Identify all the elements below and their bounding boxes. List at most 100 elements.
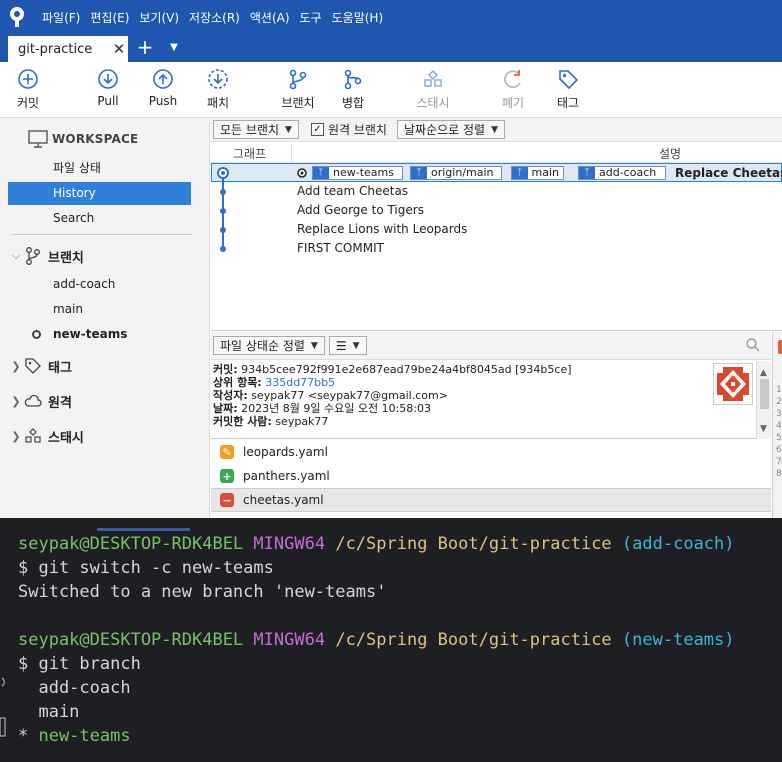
push-label: Push bbox=[148, 94, 178, 108]
commit-button[interactable]: 커밋 bbox=[0, 66, 58, 111]
chevron-down-icon: ⌵ bbox=[11, 249, 21, 262]
branch-icon: ᛉ bbox=[579, 167, 595, 179]
fetch-button[interactable]: 패치 bbox=[188, 66, 248, 111]
pull-button[interactable]: Pull bbox=[78, 66, 138, 108]
push-arrow-up-icon bbox=[153, 69, 173, 89]
changed-files-list: ✎ leopards.yaml + panthers.yaml − cheeta… bbox=[211, 440, 771, 517]
push-button[interactable]: Push bbox=[133, 66, 193, 108]
menu-actions[interactable]: 액션(A) bbox=[250, 9, 290, 26]
branch-icon bbox=[289, 69, 307, 90]
ref-badge-add-coach[interactable]: ᛉ add-coach bbox=[578, 166, 666, 180]
workspace-label: WORKSPACE bbox=[52, 132, 139, 146]
prompt-branch: (new-teams) bbox=[621, 630, 735, 650]
chevron-down-icon: ▼ bbox=[285, 124, 292, 135]
merge-label: 병합 bbox=[341, 96, 365, 110]
scrollbar-thumb[interactable] bbox=[760, 379, 769, 409]
column-separator[interactable] bbox=[291, 143, 292, 163]
terminal-line: * new-teams bbox=[18, 724, 131, 748]
branch-button[interactable]: 브랜치 bbox=[268, 66, 328, 111]
tag-button[interactable]: 태그 bbox=[538, 66, 598, 111]
remote-branches-label: 원격 브랜치 bbox=[327, 123, 387, 137]
commit-message: Replace Cheetas w bbox=[675, 166, 782, 180]
add-tab-button[interactable]: + bbox=[134, 36, 156, 60]
tab-bar: git-practice ✕ + ▼ bbox=[0, 34, 782, 62]
sidebar-item-file-status[interactable]: 파일 상태 bbox=[8, 157, 191, 180]
ref-badge-origin-main[interactable]: ᛉ origin/main bbox=[410, 166, 502, 180]
details-scrollbar[interactable]: ▲ ▼ bbox=[756, 361, 771, 439]
branch-icon bbox=[26, 247, 40, 265]
sidebar-section-branches[interactable]: ⌵ 브랜치 bbox=[8, 244, 84, 268]
merge-button[interactable]: 병합 bbox=[323, 66, 383, 111]
terminal-panel[interactable]: seypak@DESKTOP-RDK4BEL MINGW64 /c/Spring… bbox=[0, 518, 782, 762]
discard-button[interactable]: 폐기 bbox=[483, 66, 543, 111]
chevron-down-icon[interactable]: ▼ bbox=[760, 423, 767, 435]
chevron-up-icon[interactable]: ▲ bbox=[760, 367, 767, 379]
merge-icon bbox=[344, 69, 362, 90]
author-label: 작성자: bbox=[213, 389, 248, 402]
stash-label: 스태시 bbox=[416, 96, 450, 110]
search-icon[interactable] bbox=[745, 337, 761, 353]
parent-hash-link[interactable]: 335dd77bb5 bbox=[265, 376, 335, 389]
file-row[interactable]: − cheetas.yaml bbox=[211, 488, 771, 512]
file-row[interactable]: ✎ leopards.yaml bbox=[211, 440, 771, 464]
commit-hash-line: 커밋: 934b5cee792f991e2e687ead79be24a4bf80… bbox=[213, 364, 572, 376]
commit-hash-label: 커밋: bbox=[213, 363, 238, 376]
menu-file[interactable]: 파일(F) bbox=[42, 9, 80, 26]
stash-icon bbox=[25, 428, 41, 443]
date-label: 날짜: bbox=[213, 402, 238, 415]
main-toolbar: 커밋 Pull Push 패치 브랜치 병합 스태시 폐기 태그 bbox=[0, 62, 782, 118]
tab-git-practice[interactable]: git-practice ✕ bbox=[8, 36, 128, 62]
file-name: panthers.yaml bbox=[243, 469, 330, 483]
ref-badge-main[interactable]: ᛉ main bbox=[511, 166, 564, 180]
date-value: 2023년 8월 9일 수요일 오전 10:58:03 bbox=[241, 402, 431, 415]
committer-label: 커밋한 사람: bbox=[213, 415, 272, 428]
diff-pane-edge: 1 2 3 4 5 6 7 8 bbox=[772, 332, 782, 518]
sidebar-section-stashes[interactable]: ❯ 스태시 bbox=[8, 424, 84, 448]
detail-toolbar: 파일 상태순 정렬 ▼ ☰ ▼ bbox=[211, 332, 771, 360]
sidebar-item-history[interactable]: History bbox=[8, 182, 191, 205]
tab-label: git-practice bbox=[18, 41, 93, 57]
menu-repository[interactable]: 저장소(R) bbox=[189, 9, 240, 26]
remote-branches-checkbox[interactable]: ✓ 원격 브랜치 bbox=[310, 121, 387, 138]
parent-label: 상위 항목: bbox=[213, 376, 262, 389]
sidebar: WORKSPACE 파일 상태 History Search ⌵ 브랜치 add… bbox=[0, 118, 210, 518]
chevron-down-icon: ▼ bbox=[352, 340, 360, 351]
column-header-description[interactable]: 설명 bbox=[659, 145, 681, 162]
chevron-right-icon: ❯ bbox=[11, 429, 21, 443]
stash-button[interactable]: 스태시 bbox=[403, 66, 463, 111]
all-branches-dropdown[interactable]: 모든 브랜치 ▼ bbox=[213, 120, 299, 139]
chevron-down-icon: ▼ bbox=[491, 124, 498, 135]
column-header-graph[interactable]: 그래프 bbox=[233, 145, 266, 162]
modified-file-icon: ✎ bbox=[220, 445, 234, 459]
sidebar-branch-add-coach[interactable]: add-coach bbox=[53, 277, 115, 291]
pull-arrow-down-icon bbox=[98, 69, 118, 89]
sidebar-branch-new-teams[interactable]: new-teams bbox=[53, 327, 127, 341]
prompt-path: /c/Spring Boot/git-practice bbox=[335, 534, 612, 554]
sidebar-item-search[interactable]: Search bbox=[8, 207, 191, 230]
terminal-prompt-line: seypak@DESKTOP-RDK4BEL MINGW64 /c/Spring… bbox=[18, 628, 735, 652]
close-icon[interactable]: ✕ bbox=[110, 40, 128, 58]
sidebar-section-remotes[interactable]: ❯ 원격 bbox=[8, 389, 72, 413]
view-mode-dropdown[interactable]: ☰ ▼ bbox=[328, 336, 367, 355]
terminal-prompt-line: seypak@DESKTOP-RDK4BEL MINGW64 /c/Spring… bbox=[18, 532, 735, 556]
file-sort-dropdown[interactable]: 파일 상태순 정렬 ▼ bbox=[213, 336, 325, 355]
fetch-icon bbox=[208, 69, 228, 89]
avatar bbox=[713, 363, 753, 405]
current-branch-indicator-icon bbox=[32, 330, 41, 339]
menu-tools[interactable]: 도구 bbox=[300, 9, 322, 26]
file-row[interactable]: + panthers.yaml bbox=[211, 464, 771, 488]
menu-help[interactable]: 도움말(H) bbox=[332, 9, 384, 26]
terminal-line: $ git branch bbox=[18, 654, 141, 674]
author-line: 작성자: seypak77 <seypak77@gmail.com> bbox=[213, 390, 448, 402]
menu-edit[interactable]: 편집(E) bbox=[90, 9, 129, 26]
history-filter-bar: 모든 브랜치 ▼ ✓ 원격 브랜치 날짜순으로 정렬 ▼ bbox=[211, 118, 782, 142]
menu-view[interactable]: 보기(V) bbox=[139, 9, 179, 26]
chevron-down-icon[interactable]: ▼ bbox=[166, 38, 182, 58]
branch-icon: ᛉ bbox=[512, 167, 528, 179]
cloud-icon bbox=[24, 394, 42, 407]
sidebar-divider bbox=[12, 234, 192, 235]
sidebar-branch-main[interactable]: main bbox=[53, 302, 83, 316]
sort-dropdown[interactable]: 날짜순으로 정렬 ▼ bbox=[396, 120, 505, 139]
prompt-shell: MINGW64 bbox=[253, 630, 326, 650]
sidebar-section-tags[interactable]: ❯ 태그 bbox=[8, 354, 72, 378]
